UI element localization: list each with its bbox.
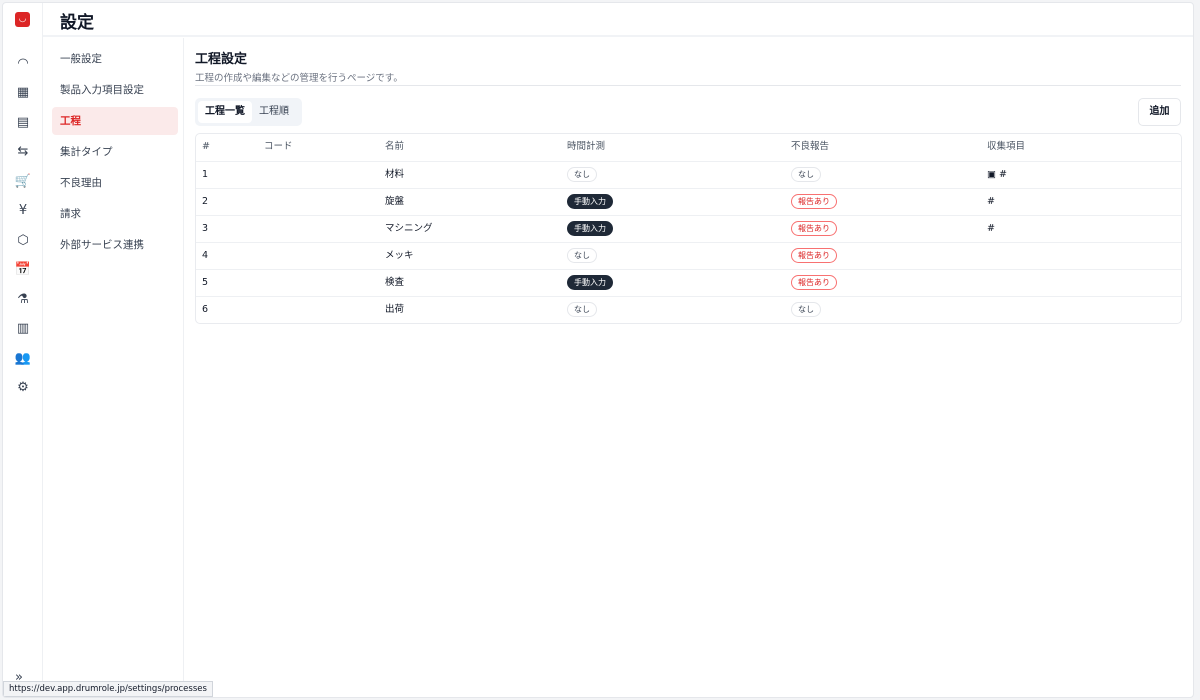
row-name: 材料 xyxy=(385,169,405,180)
calculator-icon[interactable]: ▤ xyxy=(13,112,33,132)
time-badge: 手動入力 xyxy=(567,221,613,236)
submenu-item[interactable]: 製品入力項目設定 xyxy=(52,76,178,104)
defect-cell: 報告あり xyxy=(791,216,837,242)
column-header: # xyxy=(202,141,210,152)
defect-badge: 報告あり xyxy=(791,221,837,236)
submenu-item[interactable]: 工程 xyxy=(52,107,178,135)
collect-items-icons: # xyxy=(987,196,995,207)
column-header: 名前 xyxy=(385,141,405,152)
row-number: 3 xyxy=(202,223,209,234)
defect-badge: 報告あり xyxy=(791,248,837,263)
submenu-item[interactable]: 集計タイプ xyxy=(52,138,178,166)
page-header: 設定 xyxy=(43,3,1193,37)
table-row[interactable]: 6 出荷 なし なし xyxy=(196,296,1181,323)
row-number: 5 xyxy=(202,277,209,288)
tab-bar: 工程一覧 工程順 xyxy=(195,98,302,126)
time-cell: なし xyxy=(567,297,597,323)
process-table: # コード 名前 時間計測 不良報告 収集項目 1 材料 なし なし ▣ #2 旋盤 手動入力 報告あり #… xyxy=(195,133,1182,324)
section-title: 工程設定 xyxy=(195,52,248,67)
settings-submenu: 一般設定製品入力項目設定 工程集計タイプ不良理由請求外部サービス連携 xyxy=(43,38,184,697)
time-badge: なし xyxy=(567,248,597,263)
row-number: 1 xyxy=(202,169,209,180)
yen-icon[interactable]: ¥ xyxy=(13,201,33,221)
table-row[interactable]: 2 旋盤 手動入力 報告あり # xyxy=(196,188,1181,215)
microscope-icon[interactable]: ⚗ xyxy=(13,289,33,309)
status-url: https://dev.app.drumrole.jp/settings/pro… xyxy=(3,681,213,697)
app-window: ◡ ◠ ▦ ▤ ⇆ 🛒 ¥ ⬡ 📅 ⚗ ▥ 👥 ⚙ » 設定 一般設定 製品入力項目設定 工程 集計タイプ不… xyxy=(2,2,1194,698)
time-badge: なし xyxy=(567,167,597,182)
section-description: 工程の作成や編集などの管理を行うページです。 xyxy=(195,73,403,84)
package-icon[interactable]: ⬡ xyxy=(13,230,33,250)
row-name: 出荷 xyxy=(385,304,405,315)
column-header: 時間計測 xyxy=(567,141,606,152)
row-number: 6 xyxy=(202,304,209,315)
gear-icon[interactable]: ⚙ xyxy=(13,378,33,398)
table-icon[interactable]: ▦ xyxy=(13,83,33,103)
table-row[interactable]: 4 メッキ なし 報告あり xyxy=(196,242,1181,269)
users-icon[interactable]: 👥 xyxy=(13,348,33,368)
collect-items-icons: ▣ # xyxy=(987,169,1007,180)
table-row[interactable]: 5 検査 手動入力 報告あり xyxy=(196,269,1181,296)
column-header: コード xyxy=(264,141,293,152)
time-badge: 手動入力 xyxy=(567,275,613,290)
submenu-item[interactable]: 請求 xyxy=(52,200,178,228)
icon-rail: ◡ ◠ ▦ ▤ ⇆ 🛒 ¥ ⬡ 📅 ⚗ ▥ 👥 ⚙ » xyxy=(3,3,43,697)
table-row[interactable]: 1 材料 なし なし ▣ # xyxy=(196,161,1181,188)
defect-cell: なし xyxy=(791,297,821,323)
time-cell: なし xyxy=(567,162,597,188)
time-cell: なし xyxy=(567,243,597,269)
transfer-icon[interactable]: ⇆ xyxy=(13,142,33,162)
defect-badge: 報告あり xyxy=(791,194,837,209)
row-name: 旋盤 xyxy=(385,196,405,207)
time-badge: なし xyxy=(567,302,597,317)
row-name: マシニング xyxy=(385,223,433,234)
collect-items-icons: # xyxy=(987,223,995,234)
time-badge: 手動入力 xyxy=(567,194,613,209)
submenu-item[interactable]: 一般設定 xyxy=(52,45,178,73)
row-name: メッキ xyxy=(385,250,414,261)
cart-icon[interactable]: 🛒 xyxy=(13,171,33,191)
defect-cell: 報告あり xyxy=(791,270,837,296)
divider xyxy=(195,85,1181,86)
submenu-item[interactable]: 不良理由 xyxy=(52,169,178,197)
row-name: 検査 xyxy=(385,277,405,288)
calendar-icon[interactable]: 📅 xyxy=(13,260,33,280)
table-header-row: # コード 名前 時間計測 不良報告 収集項目 xyxy=(196,134,1181,161)
row-number: 2 xyxy=(202,196,209,207)
column-header: 不良報告 xyxy=(791,141,830,152)
time-cell: 手動入力 xyxy=(567,270,613,296)
defect-cell: なし xyxy=(791,162,821,188)
tab-process-list[interactable]: 工程一覧 xyxy=(198,101,252,123)
row-number: 4 xyxy=(202,250,209,261)
time-cell: 手動入力 xyxy=(567,189,613,215)
table-row[interactable]: 3 マシニング 手動入力 報告あり # xyxy=(196,215,1181,242)
dashboard-icon[interactable]: ◠ xyxy=(13,53,33,73)
defect-cell: 報告あり xyxy=(791,189,837,215)
defect-badge: 報告あり xyxy=(791,275,837,290)
building-icon[interactable]: ▥ xyxy=(13,319,33,339)
add-button[interactable]: 追加 xyxy=(1138,98,1181,126)
submenu-item[interactable]: 外部サービス連携 xyxy=(52,231,178,259)
page-title: 設定 xyxy=(60,13,94,33)
tab-process-order[interactable]: 工程順 xyxy=(252,101,296,123)
app-logo[interactable]: ◡ xyxy=(15,12,30,27)
time-cell: 手動入力 xyxy=(567,216,613,242)
defect-badge: なし xyxy=(791,302,821,317)
column-header: 収集項目 xyxy=(987,141,1026,152)
defect-badge: なし xyxy=(791,167,821,182)
defect-cell: 報告あり xyxy=(791,243,837,269)
